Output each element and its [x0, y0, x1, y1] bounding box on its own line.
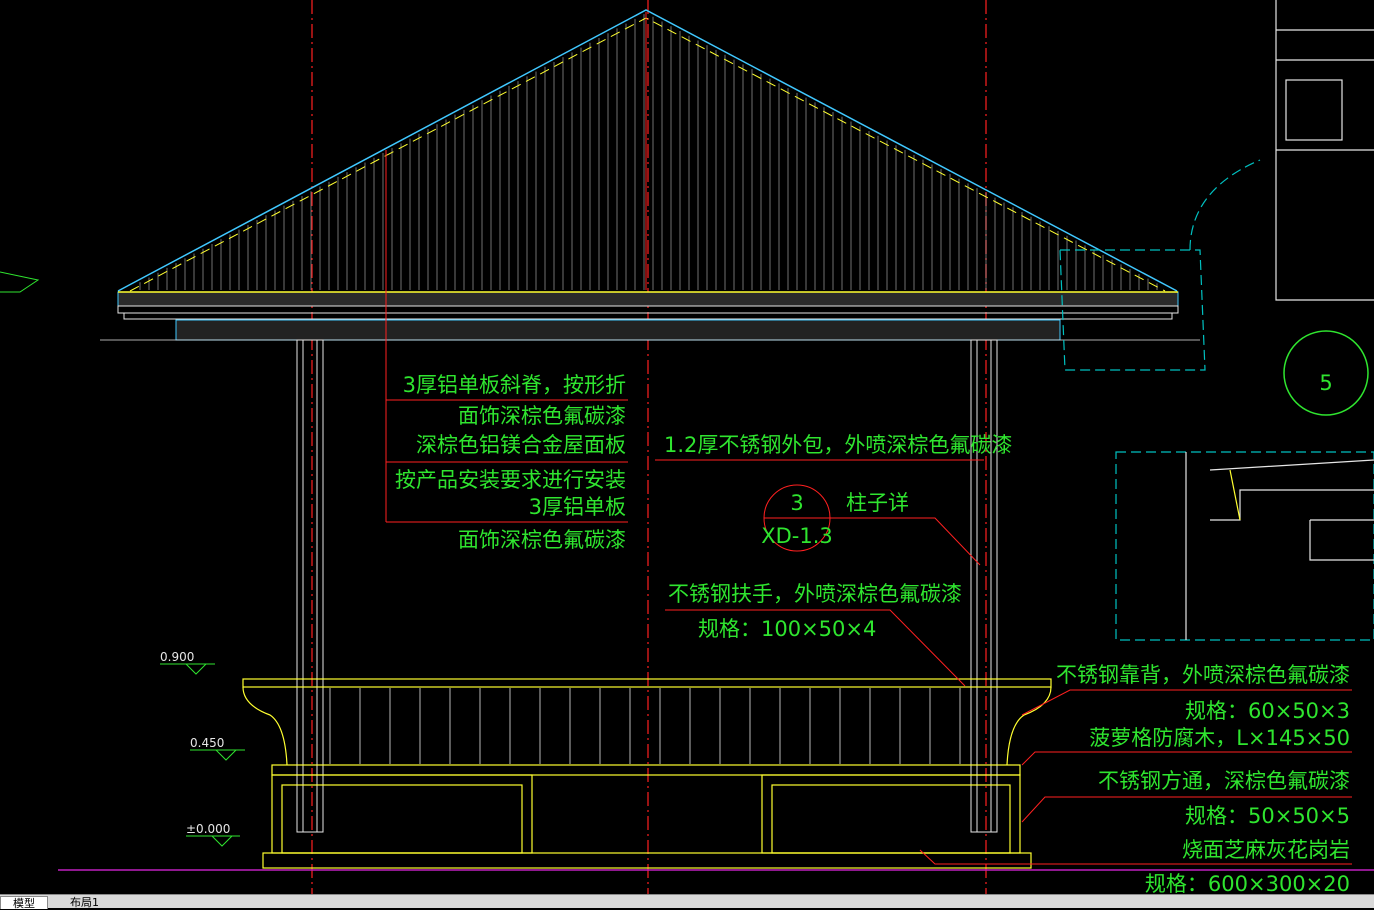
level-markers: [0, 271, 245, 847]
side-detail-drawing: [1059, 0, 1374, 641]
cad-drawing-canvas[interactable]: 5 3厚铝单板斜脊，按形折 面饰深棕色氟碳漆 深棕色铝镁合金屋面板 按产品安装要…: [0, 0, 1374, 894]
side-detail-number: 5: [1319, 371, 1332, 395]
tab-layout-1[interactable]: 布局1: [58, 896, 111, 909]
layout-tab-bar: 模型 布局1: [0, 894, 1374, 910]
detail-number: 3: [790, 491, 803, 515]
roof-note-3: 深棕色铝镁合金屋面板: [416, 433, 626, 457]
seat-note-7: 规格：600×300×20: [1145, 872, 1350, 894]
detail-sheet: XD-1.3: [761, 524, 833, 548]
backrest-slats: [329, 688, 961, 764]
roof-fascia: [100, 291, 1200, 341]
seat-notes: 不锈钢靠背，外喷深棕色氟碳漆 规格：60×50×3 菠萝格防腐木，L×145×5…: [1056, 663, 1350, 894]
detail-label: 柱子详: [846, 491, 909, 515]
roof-note-4: 按产品安装要求进行安装: [395, 468, 626, 492]
handrail-note: 不锈钢扶手，外喷深棕色氟碳漆: [668, 582, 962, 606]
seat-note-2: 规格：60×50×3: [1185, 699, 1350, 723]
column-cladding-note: 1.2厚不锈钢外包，外喷深棕色氟碳漆: [664, 433, 1012, 457]
seat-note-4: 不锈钢方通，深棕色氟碳漆: [1098, 769, 1350, 793]
roof-note-1: 3厚铝单板斜脊，按形折: [403, 373, 626, 397]
level-label-0000: ±0.000: [186, 822, 230, 836]
seat-note-3: 菠萝格防腐木，L×145×50: [1089, 726, 1350, 750]
seat-note-6: 烧面芝麻灰花岗岩: [1182, 838, 1350, 862]
level-label-0450: 0.450: [190, 736, 224, 750]
handrail-spec: 规格：100×50×4: [698, 617, 876, 641]
roof-note-6: 面饰深棕色氟碳漆: [458, 528, 626, 552]
detail-callout[interactable]: 3 XD-1.3: [761, 484, 833, 552]
roof-note-2: 面饰深棕色氟碳漆: [458, 404, 626, 428]
tab-model[interactable]: 模型: [0, 896, 48, 910]
seat-note-1: 不锈钢靠背，外喷深棕色氟碳漆: [1056, 663, 1350, 687]
roof-note-5: 3厚铝单板: [529, 495, 626, 519]
seat-note-5: 规格：50×50×5: [1185, 804, 1350, 828]
level-label-0900: 0.900: [160, 650, 194, 664]
